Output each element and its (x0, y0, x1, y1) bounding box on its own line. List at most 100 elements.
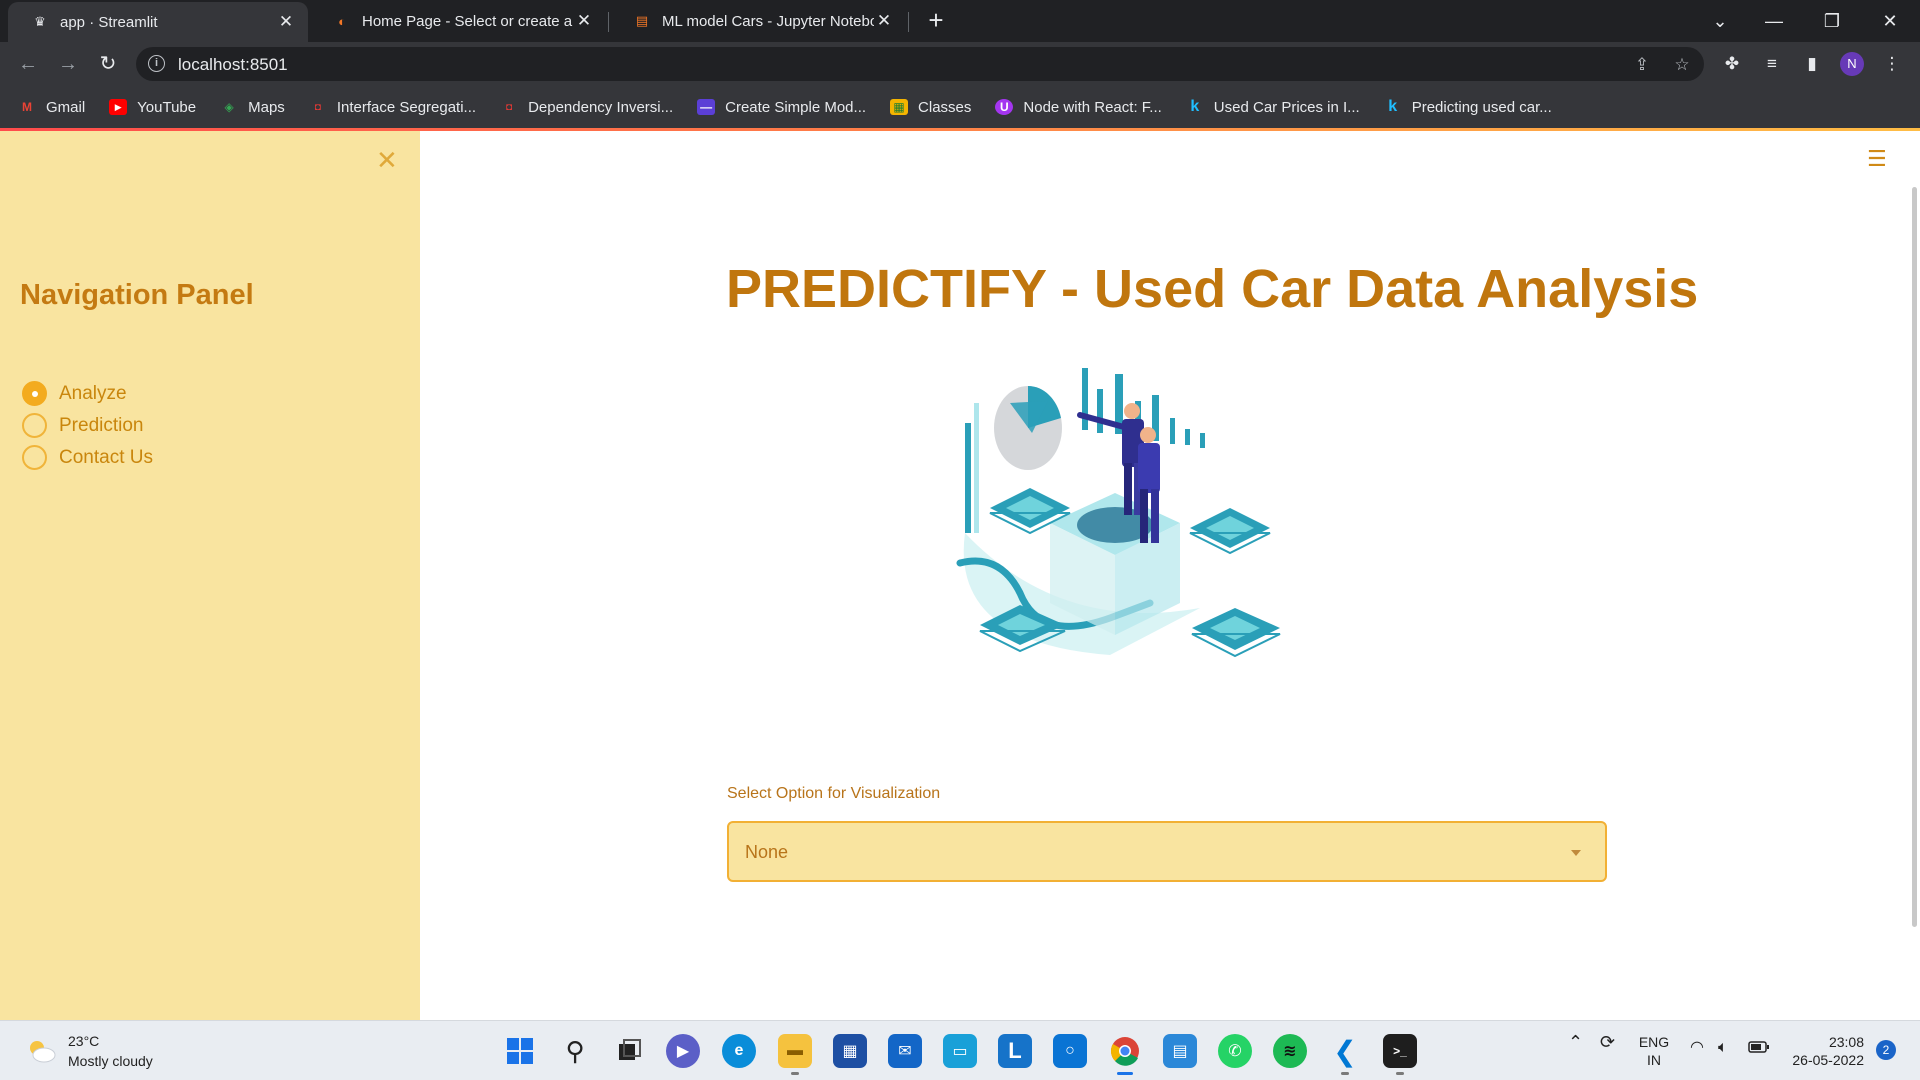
battery-icon[interactable] (1748, 1040, 1770, 1058)
tab-ml-model-cars[interactable]: ▤ ML model Cars - Jupyter Notebo ✕ (610, 0, 906, 42)
wifi-icon[interactable]: ◠ (1690, 1039, 1704, 1057)
radio-checked-icon (22, 381, 47, 406)
sidebar: ✕ Navigation Panel Analyze Prediction Co… (0, 131, 420, 1020)
close-tab-icon[interactable]: ✕ (574, 11, 594, 31)
weather-widget[interactable]: 23°C Mostly cloudy (26, 1031, 153, 1071)
bookmark-label: Node with React: F... (1023, 98, 1162, 116)
microsoft-store-icon[interactable]: ▦ (833, 1034, 867, 1068)
red-square-icon: ◘ (506, 101, 513, 113)
chevron-down-icon[interactable] (1571, 850, 1581, 856)
tab-separator (608, 12, 609, 32)
show-hidden-icons-chevron-icon[interactable]: ⌃ (1568, 1033, 1583, 1051)
vscode-icon[interactable]: ❮ (1328, 1034, 1362, 1068)
sync-icon[interactable]: ⟳ (1600, 1033, 1615, 1051)
teams-icon[interactable]: ▤ (1163, 1034, 1197, 1068)
tab-title: Home Page - Select or create a n (362, 12, 574, 30)
classroom-icon: ▦ (890, 99, 909, 115)
bookmark-star-icon[interactable]: ☆ (1670, 53, 1694, 77)
kaggle-icon: k (1388, 98, 1398, 115)
active-indicator (1117, 1072, 1133, 1075)
scrollbar[interactable] (1912, 187, 1917, 927)
chrome-menu-icon[interactable]: ⋮ (1878, 50, 1906, 78)
language-indicator[interactable]: ENG IN (1636, 1033, 1672, 1069)
gmail-icon: M (22, 100, 32, 114)
browser-tabstrip: ♛ app · Streamlit ✕ ◐ Home Page - Select… (0, 0, 1920, 42)
volume-icon[interactable]: 🔈︎ (1718, 1039, 1728, 1057)
bookmark-youtube[interactable]: ▶ YouTube (109, 99, 196, 116)
clock-time: 23:08 (1828, 1034, 1864, 1050)
tab-search-chevron-icon[interactable]: ⌄ (1700, 6, 1740, 36)
radio-contact-us[interactable]: Contact Us (22, 445, 153, 470)
mail-icon[interactable]: ✉ (888, 1034, 922, 1068)
close-tab-icon[interactable]: ✕ (276, 12, 296, 32)
l-app-icon[interactable]: L (998, 1034, 1032, 1068)
minimize-button[interactable]: — (1754, 6, 1794, 36)
radio-analyze[interactable]: Analyze (22, 381, 127, 406)
edge-icon[interactable]: e (722, 1034, 756, 1068)
bookmark-used-car-prices[interactable]: k Used Car Prices in I... (1186, 98, 1360, 116)
youtube-icon: ▶ (109, 99, 128, 115)
bookmark-classes[interactable]: ▦ Classes (890, 99, 971, 116)
whatsapp-icon[interactable]: ✆ (1218, 1034, 1252, 1068)
teams-chat-icon[interactable]: ▶ (666, 1034, 700, 1068)
red-square-icon: ◘ (314, 101, 321, 113)
bookmark-label: Maps (248, 98, 285, 116)
udemy-icon: U (995, 99, 1014, 115)
close-sidebar-icon[interactable]: ✕ (376, 145, 398, 176)
bookmark-label: Used Car Prices in I... (1213, 98, 1360, 116)
notification-badge[interactable]: 2 (1876, 1040, 1896, 1060)
side-panel-icon[interactable]: ▮ (1798, 50, 1826, 78)
bookmark-node-with-react[interactable]: U Node with React: F... (995, 98, 1162, 116)
bookmark-label: Predicting used car... (1411, 98, 1552, 116)
bookmark-label: Gmail (46, 98, 86, 116)
task-view-icon[interactable] (612, 1034, 646, 1068)
close-tab-icon[interactable]: ✕ (874, 11, 894, 31)
bookmark-create-simple-model[interactable]: — Create Simple Mod... (697, 99, 866, 116)
address-bar[interactable]: i localhost:8501 ⇪ ☆ (136, 47, 1704, 81)
restore-button[interactable]: ❐ (1812, 6, 1852, 36)
windows-start-icon[interactable] (503, 1034, 537, 1068)
url-text: localhost:8501 (178, 55, 288, 74)
tab-home-page[interactable]: ◐ Home Page - Select or create a n ✕ (310, 0, 606, 42)
radio-unchecked-icon (22, 413, 47, 438)
new-tab-button[interactable]: + (922, 6, 950, 34)
reload-button[interactable]: ↻ (94, 50, 122, 78)
bookmark-interface-segregation[interactable]: ◘ Interface Segregati... (309, 99, 476, 116)
notebook-favicon-icon: ▤ (635, 13, 649, 28)
search-icon[interactable]: ⚲ (558, 1034, 592, 1068)
radio-prediction[interactable]: Prediction (22, 413, 144, 438)
site-info-icon[interactable]: i (148, 55, 165, 72)
share-icon[interactable]: ⇪ (1630, 53, 1654, 77)
terminal-icon[interactable]: >_ (1383, 1034, 1417, 1068)
clock[interactable]: 23:08 26-05-2022 (1784, 1033, 1864, 1069)
tab-separator (908, 12, 909, 32)
bookmark-dependency-inversion[interactable]: ◘ Dependency Inversi... (500, 99, 673, 116)
tab-app-streamlit[interactable]: ♛ app · Streamlit ✕ (8, 2, 308, 42)
bookmark-label: Interface Segregati... (336, 98, 477, 116)
visualization-select[interactable]: None (727, 821, 1607, 882)
remote-desktop-icon[interactable]: ▭ (943, 1034, 977, 1068)
media-control-icon[interactable]: ≡ (1758, 50, 1786, 78)
file-explorer-icon[interactable]: ▬ (778, 1034, 812, 1068)
cortana-icon[interactable]: ○ (1053, 1034, 1087, 1068)
jupyter-favicon-icon: ◐ (338, 13, 346, 29)
profile-avatar[interactable]: N (1840, 52, 1864, 76)
extensions-icon[interactable]: ✤ (1718, 50, 1746, 78)
bookmark-gmail[interactable]: M Gmail (18, 99, 85, 116)
running-indicator (791, 1072, 799, 1075)
main-menu-icon[interactable]: ☰ (1867, 146, 1887, 172)
bookmark-label: Create Simple Mod... (725, 98, 867, 116)
bookmark-maps[interactable]: ◈ Maps (220, 99, 285, 116)
tab-title: ML model Cars - Jupyter Notebo (662, 12, 874, 30)
back-button[interactable]: ← (14, 50, 42, 78)
close-window-button[interactable]: ✕ (1870, 6, 1910, 36)
chrome-icon[interactable] (1108, 1034, 1142, 1068)
tab-title: app · Streamlit (60, 13, 158, 31)
bookmark-predicting-used-car[interactable]: k Predicting used car... (1384, 98, 1552, 116)
radio-unchecked-icon (22, 445, 47, 470)
spotify-icon[interactable]: ≋ (1273, 1034, 1307, 1068)
windows-taskbar: 23°C Mostly cloudy ⚲ ▶ e ▬ ▦ ✉ ▭ L ○ ▤ ✆… (0, 1020, 1920, 1080)
browser-toolbar: ← → ↻ i localhost:8501 ⇪ ☆ ✤ ≡ ▮ N ⋮ (0, 42, 1920, 86)
forward-button[interactable]: → (54, 50, 82, 78)
bookmark-label: Dependency Inversi... (528, 98, 674, 116)
